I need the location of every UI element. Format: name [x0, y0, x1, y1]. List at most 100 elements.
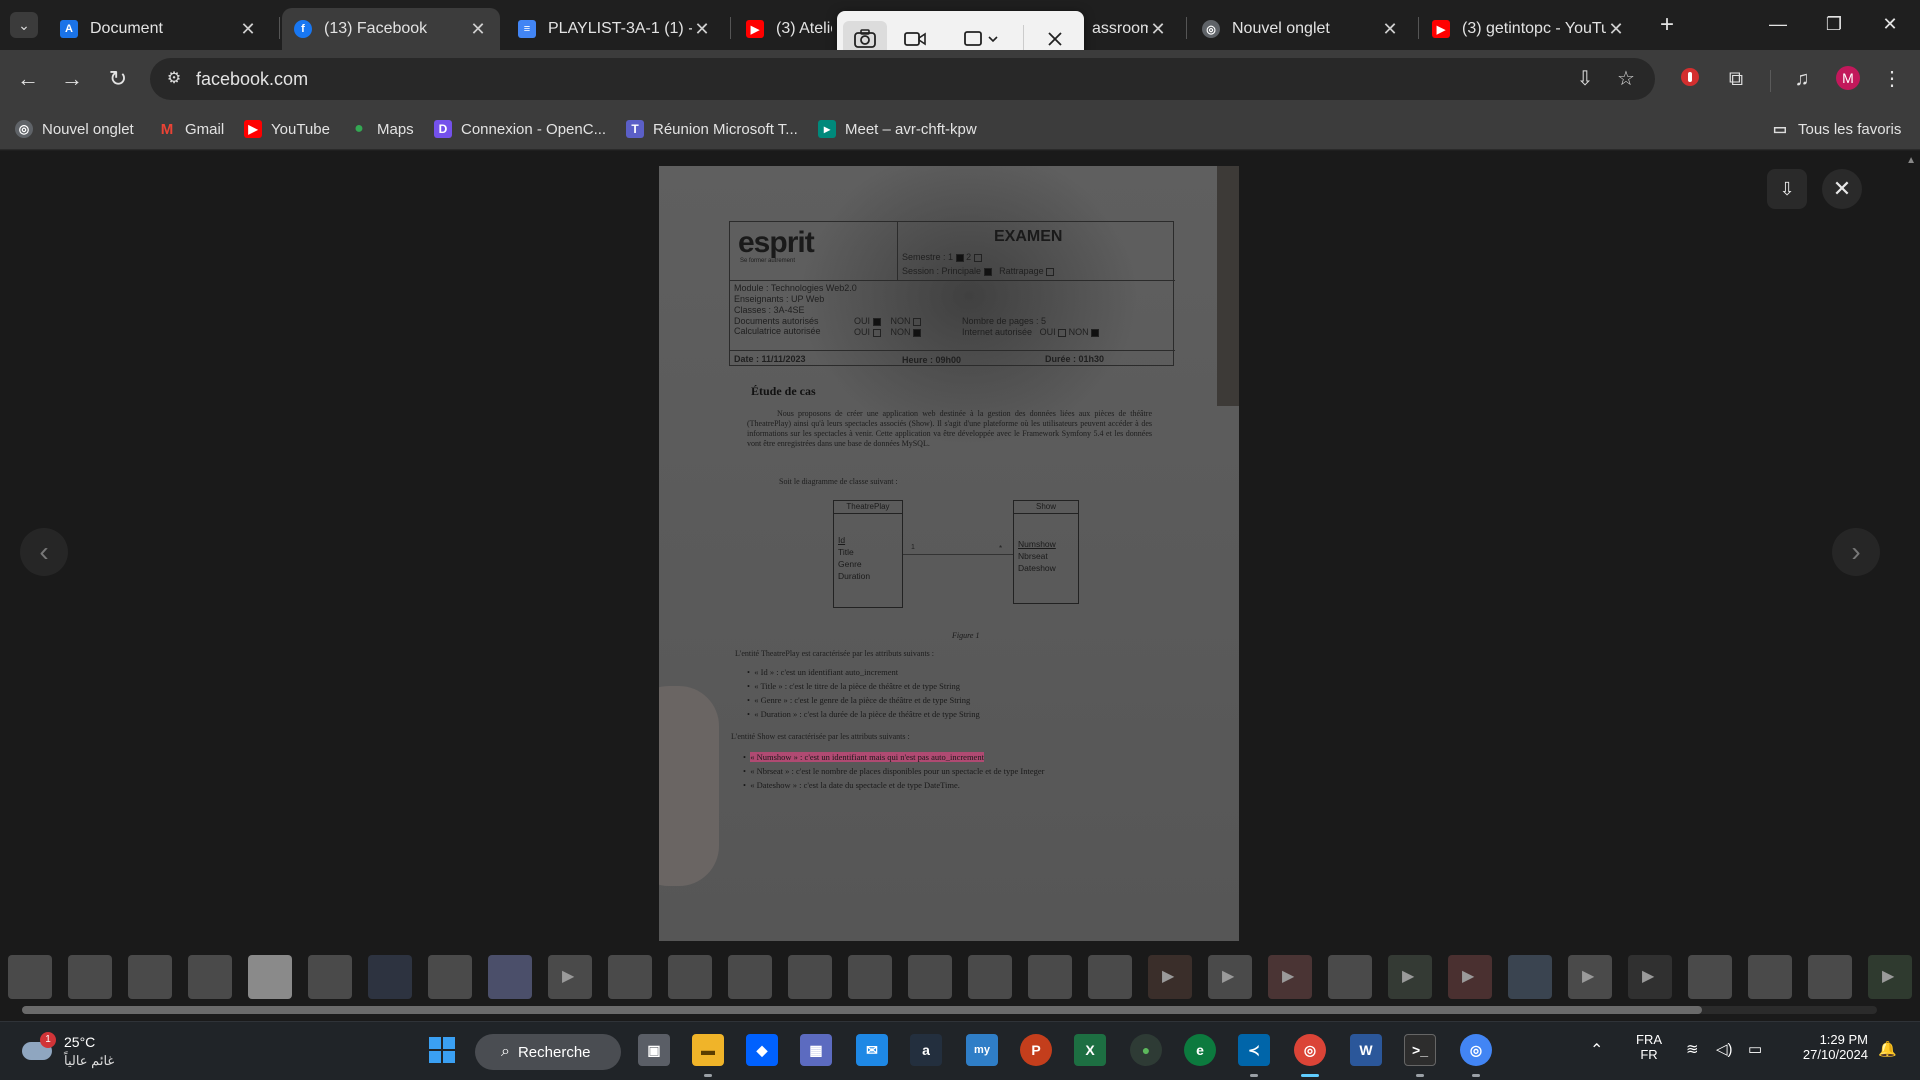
windows-start-icon[interactable]: [426, 1034, 458, 1066]
site-settings-icon[interactable]: ⚙: [162, 67, 186, 91]
language-indicator[interactable]: FRA FR: [1636, 1032, 1662, 1062]
install-app-icon[interactable]: ⇩: [1573, 67, 1597, 91]
bookmark-gmail[interactable]: M Gmail: [158, 118, 224, 140]
tab-search-button[interactable]: ⌄: [10, 12, 38, 38]
tab-getintopc[interactable]: ▶ (3) getintopc - YouTu ✕: [1420, 8, 1638, 50]
task-view-icon[interactable]: ▣: [638, 1034, 670, 1066]
thumbnail-scrollbar[interactable]: [10, 1002, 1900, 1016]
bookmark-openclassrooms[interactable]: D Connexion - OpenC...: [434, 118, 606, 140]
new-tab-button[interactable]: +: [1653, 12, 1681, 40]
tab-playlist[interactable]: ≡ PLAYLIST-3A-1 (1) - G ✕: [506, 8, 724, 50]
close-viewer-icon[interactable]: ✕: [1822, 169, 1862, 209]
photo-thumbnail[interactable]: [908, 955, 952, 999]
show-hidden-icons-chevron[interactable]: ⌃: [1590, 1040, 1603, 1060]
photo-thumbnail[interactable]: [428, 955, 472, 999]
previous-photo-arrow[interactable]: ‹: [20, 528, 68, 576]
tab-nouvel-onglet[interactable]: ◎ Nouvel onglet ✕: [1190, 8, 1412, 50]
bookmark-nouvel-onglet[interactable]: ◎ Nouvel onglet: [15, 118, 134, 140]
extensions-puzzle-icon[interactable]: ⧉: [1724, 67, 1748, 91]
photo-thumbnail[interactable]: [128, 955, 172, 999]
tab-classroom[interactable]: assroom ✕: [1080, 8, 1180, 50]
media-control-icon[interactable]: ♫: [1790, 67, 1814, 91]
battery-icon[interactable]: ▭: [1748, 1040, 1762, 1058]
photo-thumbnail[interactable]: [488, 955, 532, 999]
video-thumbnail[interactable]: [1208, 955, 1252, 999]
chrome-profile-2-icon[interactable]: ◎: [1460, 1034, 1492, 1066]
restore-button[interactable]: ❐: [1810, 8, 1858, 40]
bookmark-meet[interactable]: ▸ Meet – avr-chft-kpw: [818, 118, 977, 140]
clock[interactable]: 1:29 PM 27/10/2024: [1788, 1032, 1868, 1062]
wifi-icon[interactable]: ≋: [1686, 1040, 1699, 1058]
word-icon[interactable]: W: [1350, 1034, 1382, 1066]
photo-thumbnail[interactable]: [968, 955, 1012, 999]
edge-icon[interactable]: e: [1184, 1034, 1216, 1066]
vscode-icon[interactable]: ≺: [1238, 1034, 1270, 1066]
photo-thumbnail[interactable]: [308, 955, 352, 999]
photo-thumbnail[interactable]: [608, 955, 652, 999]
photo-thumbnail[interactable]: [1808, 955, 1852, 999]
notification-bell-icon[interactable]: 🔔: [1878, 1040, 1897, 1058]
photo-thumbnail[interactable]: [188, 955, 232, 999]
video-thumbnail[interactable]: [1148, 955, 1192, 999]
video-thumbnail[interactable]: [1568, 955, 1612, 999]
photo-thumbnail[interactable]: [8, 955, 52, 999]
tab-document[interactable]: A Document ✕: [48, 8, 270, 50]
browser-menu-icon[interactable]: ⋮: [1880, 67, 1904, 91]
close-tab-icon[interactable]: ✕: [692, 19, 712, 40]
bookmark-youtube[interactable]: ▶ YouTube: [244, 118, 330, 140]
photo-thumbnail[interactable]: [68, 955, 112, 999]
taskbar-search[interactable]: ⌕ Recherche: [475, 1034, 621, 1070]
photo-thumbnail[interactable]: [848, 955, 892, 999]
powerpoint-icon[interactable]: P: [1020, 1034, 1052, 1066]
microsoft-store-icon[interactable]: ▦: [800, 1034, 832, 1066]
photo-thumbnail[interactable]: [1748, 955, 1792, 999]
photo-thumbnail[interactable]: [728, 955, 772, 999]
dropbox-icon[interactable]: ◆: [746, 1034, 778, 1066]
back-button[interactable]: ←: [13, 64, 43, 94]
close-tab-icon[interactable]: ✕: [1380, 19, 1400, 40]
download-icon[interactable]: ⇩: [1767, 169, 1807, 209]
chrome-profile-icon[interactable]: ◎: [1294, 1034, 1326, 1066]
video-thumbnail[interactable]: [1268, 955, 1312, 999]
adblock-extension-icon[interactable]: [1678, 67, 1702, 91]
reload-button[interactable]: ↻: [103, 64, 133, 94]
photo-thumbnail[interactable]: [1088, 955, 1132, 999]
photo-thumbnail[interactable]: [668, 955, 712, 999]
mongodb-compass-icon[interactable]: ●: [1130, 1034, 1162, 1066]
close-tab-icon[interactable]: ✕: [238, 19, 258, 40]
photo-thumbnail[interactable]: [1328, 955, 1372, 999]
file-explorer-icon[interactable]: ▬: [692, 1034, 724, 1066]
all-bookmarks-folder[interactable]: ▭ Tous les favoris: [1771, 118, 1901, 140]
bookmark-maps[interactable]: ● Maps: [350, 118, 414, 140]
video-thumbnail[interactable]: [548, 955, 592, 999]
photo-thumbnail[interactable]: [1028, 955, 1072, 999]
minimize-button[interactable]: —: [1754, 8, 1802, 40]
photo-thumbnail[interactable]: [248, 955, 292, 999]
mail-icon[interactable]: ✉: [856, 1034, 888, 1066]
terminal-icon[interactable]: >_: [1404, 1034, 1436, 1066]
profile-avatar[interactable]: M: [1836, 66, 1860, 90]
volume-icon[interactable]: ◁): [1716, 1040, 1733, 1058]
tab-facebook[interactable]: f (13) Facebook ✕: [282, 8, 500, 50]
amazon-icon[interactable]: a: [910, 1034, 942, 1066]
next-photo-arrow[interactable]: ›: [1832, 528, 1880, 576]
photo-thumbnail[interactable]: [1688, 955, 1732, 999]
close-tab-icon[interactable]: ✕: [468, 19, 488, 40]
excel-icon[interactable]: X: [1074, 1034, 1106, 1066]
forward-button[interactable]: →: [57, 64, 87, 94]
video-thumbnail[interactable]: [1628, 955, 1672, 999]
bookmark-star-icon[interactable]: ☆: [1614, 67, 1638, 91]
photo-thumbnail[interactable]: [368, 955, 412, 999]
address-bar[interactable]: ⚙ facebook.com ⇩ ☆: [150, 58, 1655, 100]
close-window-button[interactable]: ✕: [1866, 8, 1914, 40]
photo-thumbnail[interactable]: [788, 955, 832, 999]
photo-thumbnail[interactable]: [1508, 955, 1552, 999]
bookmark-teams[interactable]: T Réunion Microsoft T...: [626, 118, 798, 140]
close-tab-icon[interactable]: ✕: [1606, 19, 1626, 40]
video-thumbnail[interactable]: [1448, 955, 1492, 999]
video-thumbnail[interactable]: [1388, 955, 1432, 999]
tab-atelier[interactable]: ▶ (3) Atelie: [734, 8, 844, 50]
mysql-workbench-icon[interactable]: my: [966, 1034, 998, 1066]
video-thumbnail[interactable]: [1868, 955, 1912, 999]
close-tab-icon[interactable]: ✕: [1148, 19, 1168, 40]
